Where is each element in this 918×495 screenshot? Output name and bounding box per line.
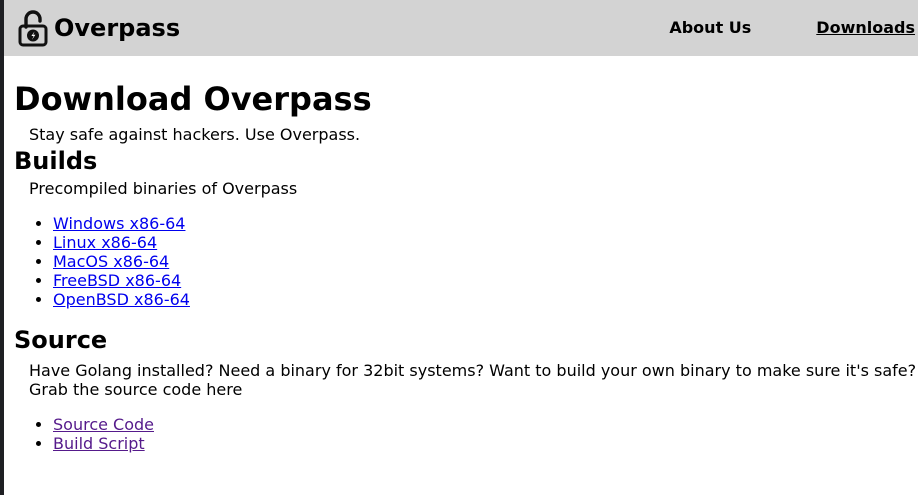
download-windows-link[interactable]: Windows x86-64 bbox=[53, 214, 185, 233]
list-item: Windows x86-64 bbox=[53, 214, 918, 233]
source-description-line-2: Grab the source code here bbox=[29, 380, 243, 399]
nav-links: About Us Downloads bbox=[669, 18, 915, 38]
download-openbsd-link[interactable]: OpenBSD x86-64 bbox=[53, 290, 190, 309]
tagline: Stay safe against hackers. Use Overpass. bbox=[29, 125, 361, 144]
list-item: MacOS x86-64 bbox=[53, 252, 918, 271]
builds-heading: Builds bbox=[14, 147, 98, 175]
padlock-icon bbox=[18, 9, 48, 47]
list-item: FreeBSD x86-64 bbox=[53, 271, 918, 290]
browser-viewport: Overpass About Us Downloads Download Ove… bbox=[0, 0, 918, 495]
window-edge bbox=[0, 0, 4, 495]
brand-home-link[interactable]: Overpass bbox=[18, 8, 180, 48]
builds-description: Precompiled binaries of Overpass bbox=[29, 179, 298, 198]
list-item: Linux x86-64 bbox=[53, 233, 918, 252]
builds-list: Windows x86-64 Linux x86-64 MacOS x86-64… bbox=[14, 214, 918, 309]
source-heading: Source bbox=[14, 326, 108, 354]
source-code-link[interactable]: Source Code bbox=[53, 415, 154, 434]
list-item: OpenBSD x86-64 bbox=[53, 290, 918, 309]
list-item: Build Script bbox=[53, 434, 918, 453]
nav-link-downloads[interactable]: Downloads bbox=[816, 18, 915, 38]
nav-link-about-us[interactable]: About Us bbox=[669, 18, 751, 38]
source-description-line-1: Have Golang installed? Need a binary for… bbox=[29, 361, 917, 380]
source-list: Source Code Build Script bbox=[14, 415, 918, 453]
download-linux-link[interactable]: Linux x86-64 bbox=[53, 233, 157, 252]
page-title: Download Overpass bbox=[14, 80, 372, 118]
download-macos-link[interactable]: MacOS x86-64 bbox=[53, 252, 169, 271]
build-script-link[interactable]: Build Script bbox=[53, 434, 145, 453]
brand-name: Overpass bbox=[54, 14, 181, 42]
main-content: Download Overpass Stay safe against hack… bbox=[14, 56, 918, 453]
download-freebsd-link[interactable]: FreeBSD x86-64 bbox=[53, 271, 181, 290]
list-item: Source Code bbox=[53, 415, 918, 434]
navbar: Overpass About Us Downloads bbox=[4, 0, 918, 56]
